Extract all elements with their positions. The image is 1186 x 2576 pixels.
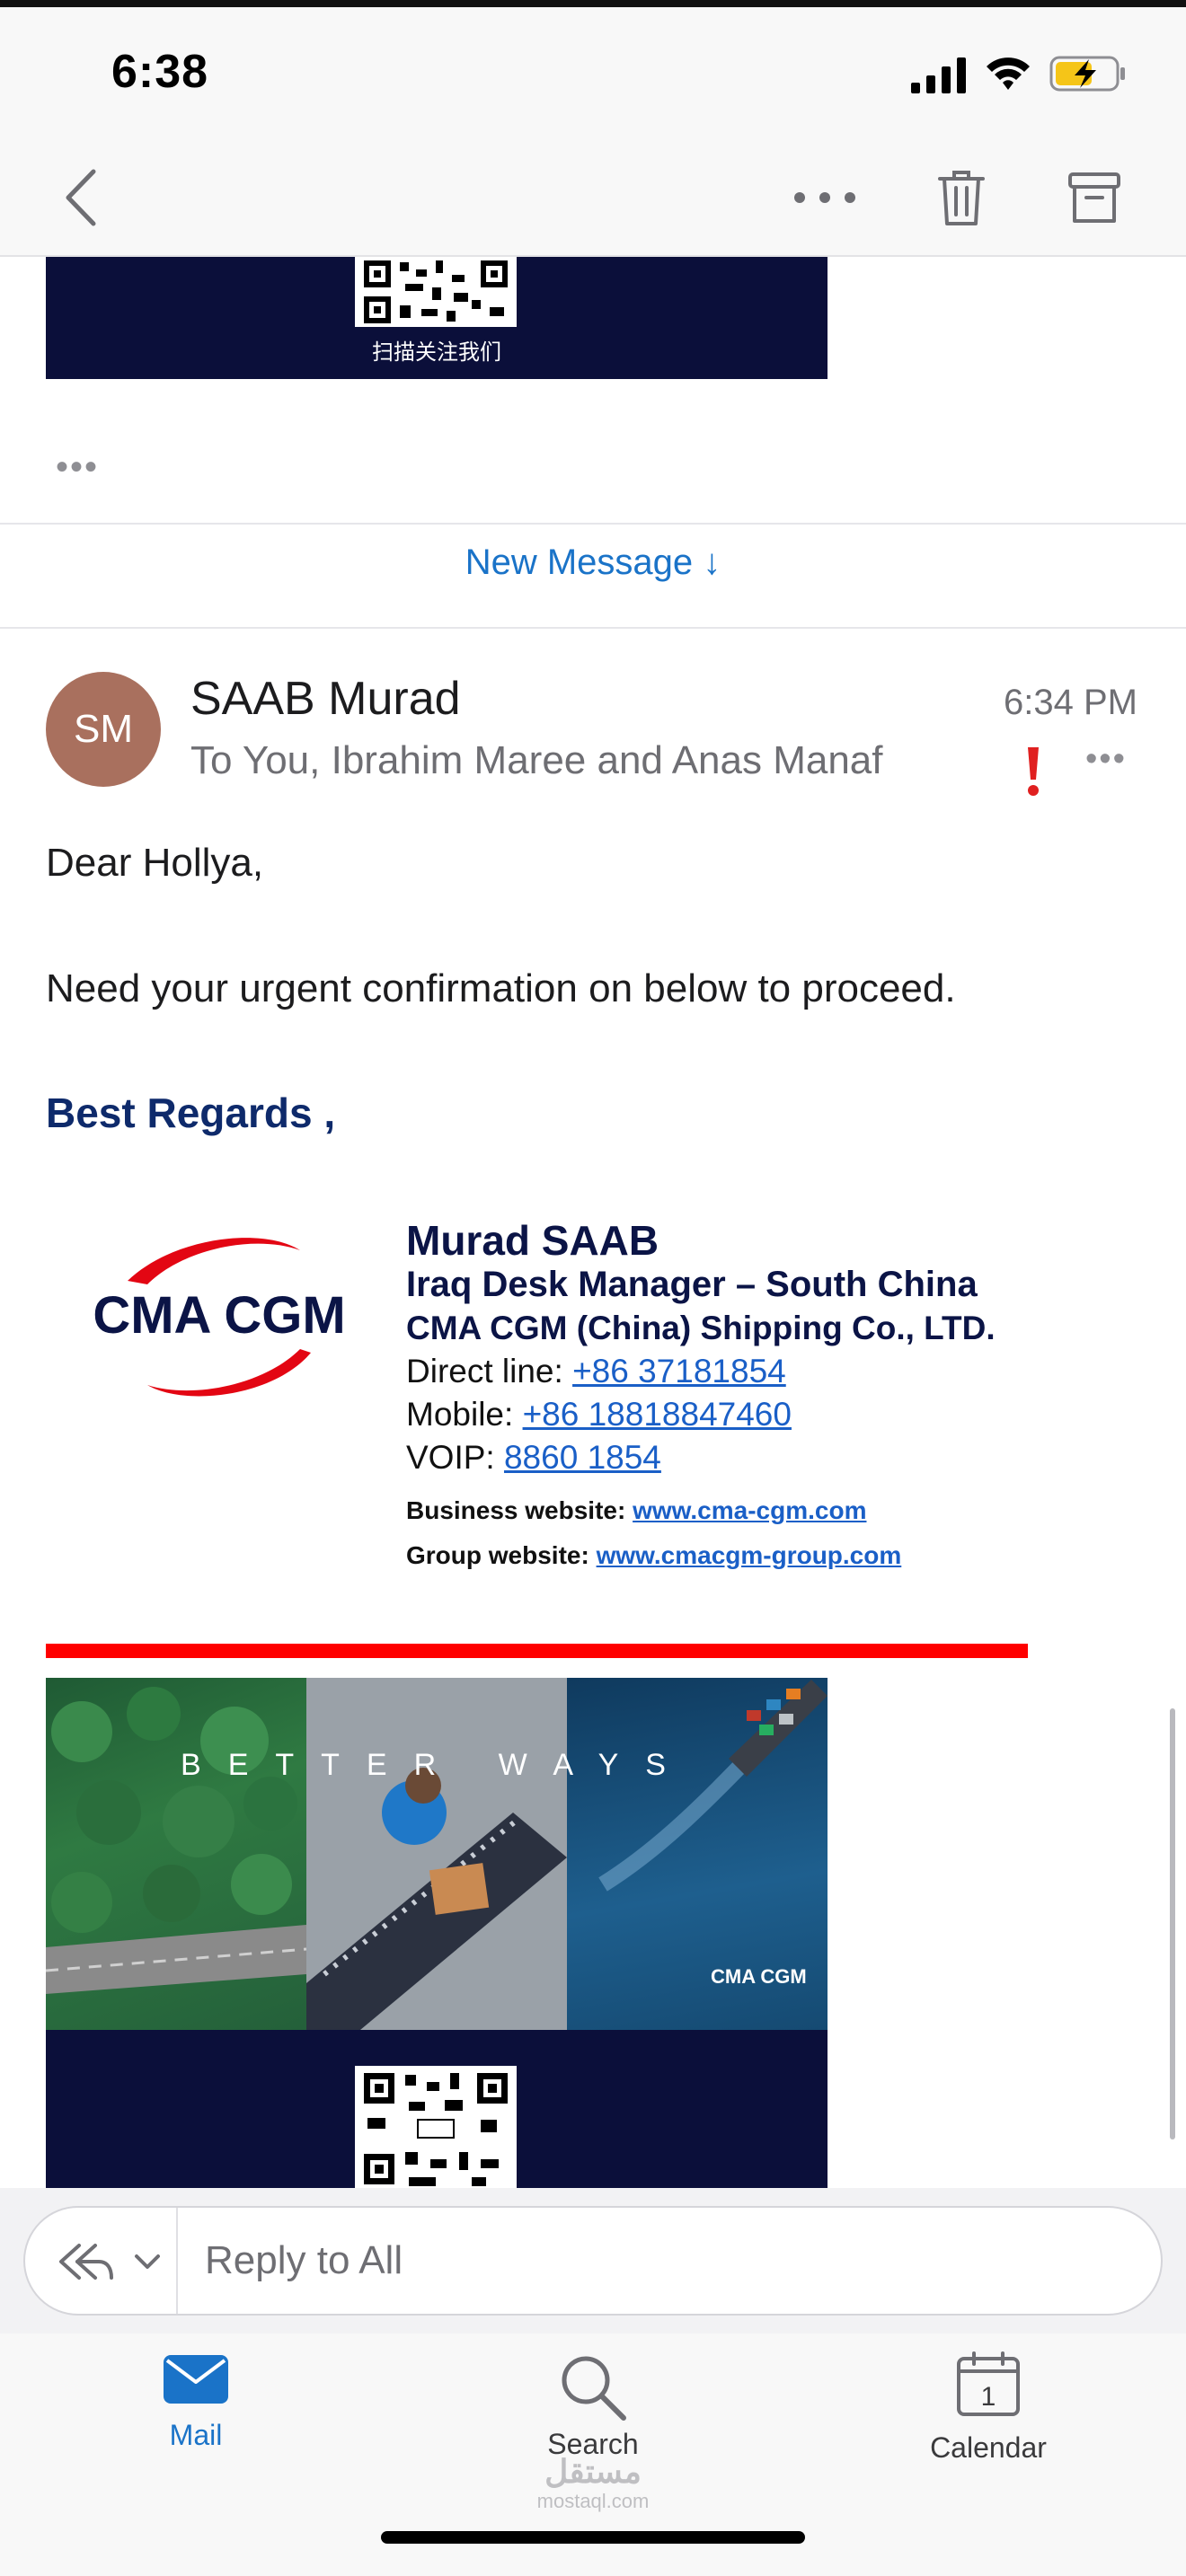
message-body: Need your urgent confirmation on below t…	[46, 966, 956, 1010]
business-website-link[interactable]: www.cma-cgm.com	[633, 1496, 866, 1524]
direct-line-link[interactable]: +86 37181854	[572, 1353, 786, 1389]
closing: Best Regards ,	[46, 1090, 336, 1136]
qr-code	[355, 2066, 517, 2188]
warehouse-panel	[306, 1678, 567, 2030]
reply-all-options-button[interactable]	[52, 2233, 169, 2290]
tab-search[interactable]: Search	[485, 2351, 701, 2461]
back-button[interactable]	[45, 162, 117, 234]
tab-calendar[interactable]: 1 Calendar	[881, 2351, 1096, 2465]
sender-name[interactable]: SAAB Murad	[190, 672, 461, 726]
message-toolbar	[0, 135, 1186, 257]
group-website-link[interactable]: www.cmacgm-group.com	[597, 1541, 902, 1569]
watermark: مستقل mostaql.com	[521, 2456, 665, 2511]
high-importance-icon	[1028, 747, 1039, 796]
show-quoted-text-button[interactable]: •••	[56, 449, 99, 485]
cellular-signal-icon	[911, 57, 966, 93]
signature-role: Iraq Desk Manager – South China	[406, 1265, 978, 1304]
ellipsis-icon	[794, 192, 855, 203]
archive-icon	[1068, 172, 1120, 223]
more-options-button[interactable]	[789, 162, 861, 234]
home-indicator[interactable]	[381, 2531, 805, 2544]
status-time: 6:38	[111, 46, 209, 98]
reply-input[interactable]: Reply to All	[205, 2238, 403, 2283]
mobile-link[interactable]: +86 18818847460	[523, 1396, 792, 1433]
avatar[interactable]: SM	[46, 672, 161, 787]
battery-charging-icon	[1049, 56, 1125, 92]
voip-line: VOIP: 8860 1854	[406, 1439, 661, 1477]
signature-name: Murad SAAB	[406, 1217, 659, 1264]
mobile-line: Mobile: +86 18818847460	[406, 1396, 792, 1434]
watermark-latin: mostaql.com	[536, 2490, 650, 2512]
watermark-arabic: مستقل	[544, 2453, 642, 2490]
chevron-down-icon	[135, 2254, 160, 2269]
signature-divider	[46, 1644, 1028, 1658]
group-website: Group website: www.cmacgm-group.com	[406, 1541, 901, 1570]
message-thread[interactable]: 扫描关注我们 ••• New Message ↓ SM SAAB Murad T…	[0, 257, 1186, 2188]
search-icon	[562, 2356, 626, 2421]
recipients-line[interactable]: To You, Ibrahim Maree and Anas Manaf	[190, 738, 883, 783]
forest-panel	[46, 1678, 307, 2030]
reply-all-icon	[59, 2244, 113, 2280]
archive-button[interactable]	[1058, 162, 1130, 234]
mail-icon	[164, 2355, 228, 2404]
message-more-button[interactable]: •••	[1085, 740, 1127, 779]
previous-qr-banner: 扫描关注我们	[46, 257, 828, 379]
direct-line-label: Direct line:	[406, 1353, 573, 1389]
qr-code	[355, 257, 517, 327]
direct-line: Direct line: +86 37181854	[406, 1353, 786, 1390]
mobile-label: Mobile:	[406, 1396, 523, 1433]
divider	[0, 523, 1186, 525]
greeting: Dear Hollya,	[46, 841, 264, 885]
group-website-label: Group website:	[406, 1541, 597, 1569]
calendar-day: 1	[981, 2382, 996, 2412]
business-website: Business website: www.cma-cgm.com	[406, 1496, 866, 1525]
new-message-link[interactable]: New Message ↓	[0, 543, 1186, 583]
better-ways-banner[interactable]: BETTER WAYS CMA CGM	[46, 1678, 828, 2030]
banner-slogan: BETTER WAYS	[181, 1748, 693, 1782]
voip-label: VOIP:	[406, 1439, 504, 1476]
reply-area: Reply to All	[0, 2188, 1186, 2333]
qr-caption: 扫描关注我们	[372, 340, 501, 365]
reply-composer[interactable]: Reply to All	[23, 2206, 1163, 2316]
signature-company: CMA CGM (China) Shipping Co., LTD.	[406, 1310, 996, 1346]
message-time: 6:34 PM	[1004, 683, 1137, 722]
tab-mail[interactable]: Mail	[88, 2351, 304, 2452]
cma-cgm-logo: CMA CGM	[93, 1238, 346, 1397]
tab-mail-label: Mail	[169, 2419, 223, 2451]
voip-link[interactable]: 8860 1854	[504, 1439, 661, 1476]
status-bar: 6:38	[0, 0, 1186, 135]
tab-calendar-label: Calendar	[930, 2431, 1047, 2464]
wifi-icon	[987, 57, 1030, 90]
chevron-left-icon	[66, 169, 96, 226]
logo-text: CMA CGM	[93, 1286, 345, 1345]
calendar-icon: 1	[957, 2351, 1020, 2416]
scrollbar[interactable]	[1170, 1708, 1175, 2139]
qr-banner	[46, 2030, 828, 2188]
divider	[0, 627, 1186, 629]
reply-separator	[176, 2208, 178, 2314]
business-website-label: Business website:	[406, 1496, 633, 1524]
delete-button[interactable]	[925, 162, 997, 234]
trash-icon	[938, 171, 985, 225]
banner-logo: CMA CGM	[711, 1965, 807, 1988]
